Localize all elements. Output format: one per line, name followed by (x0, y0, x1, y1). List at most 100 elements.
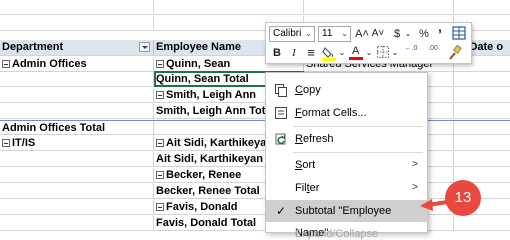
employee-label: Favis, Donald (166, 201, 238, 213)
collapse-icon[interactable] (156, 60, 164, 68)
format-painter-button[interactable] (446, 44, 462, 61)
chevron-down-icon: ⌄ (305, 29, 312, 38)
cell[interactable] (0, 72, 154, 87)
employee-total-label: Favis, Donald Total (156, 217, 257, 229)
collapse-icon[interactable] (2, 60, 10, 68)
currency-format-button[interactable]: $ (390, 26, 404, 42)
menu-item-label: Sort (295, 159, 316, 171)
table-row: Smith, Leigh Ann (0, 88, 510, 103)
collapse-icon[interactable] (156, 203, 164, 211)
cell[interactable] (454, 216, 510, 231)
cell[interactable] (0, 152, 154, 167)
menu-item-format-cells[interactable]: Format Cells... (266, 102, 427, 124)
collapse-icon[interactable] (2, 139, 10, 147)
cell[interactable] (454, 88, 510, 103)
cell[interactable] (304, 0, 454, 15)
paint-bucket-icon (322, 47, 336, 61)
cell[interactable] (0, 0, 154, 15)
cell[interactable] (0, 88, 154, 103)
cell[interactable] (0, 104, 154, 119)
menu-item-refresh[interactable]: Refresh (266, 128, 427, 150)
menu-item-label: Refresh (295, 133, 334, 145)
submenu-arrow-icon: > (412, 182, 418, 193)
grid-row (0, 0, 510, 15)
row-label-department-total[interactable]: Admin Offices Total (0, 121, 154, 136)
font-name-dropdown[interactable]: Calibri ⌄ (269, 26, 315, 42)
currency-icon: $ (393, 28, 401, 40)
align-icon: ≡ (307, 45, 315, 60)
collapse-icon[interactable] (156, 91, 164, 99)
cell[interactable] (454, 136, 510, 151)
increase-decimal-button[interactable]: ←.0 (401, 45, 421, 61)
menu-item-filter[interactable]: Filter > (266, 177, 427, 199)
comma-style-button[interactable]: ’ (433, 26, 447, 42)
chevron-down-icon: ⌄ (341, 29, 348, 38)
align-center-button[interactable]: ≡ (304, 45, 318, 61)
fill-color-button[interactable] (321, 45, 337, 61)
chevron-down-icon[interactable]: ⌄ (404, 26, 412, 42)
employee-total-label: Ait Sidi, Karthikeyan (156, 153, 263, 165)
cell[interactable] (0, 168, 154, 183)
menu-item-copy[interactable]: Copy (266, 79, 427, 101)
department-total-label: Admin Offices Total (2, 122, 106, 134)
cell[interactable] (454, 72, 510, 87)
paintbrush-icon (449, 44, 462, 60)
cell[interactable] (0, 200, 154, 215)
cell[interactable] (454, 121, 510, 136)
table-row: Ait Sidi, Karthikeyan (0, 152, 510, 167)
row-label-department[interactable]: IT/IS (0, 136, 154, 151)
chevron-down-icon[interactable]: ⌄ (338, 45, 346, 61)
font-size-dropdown[interactable]: 11 ⌄ (318, 26, 351, 42)
format-cells-icon (275, 107, 287, 119)
cell[interactable] (454, 104, 510, 119)
table-row: Smith, Leigh Ann Total (0, 104, 510, 119)
chevron-down-icon[interactable]: ⌄ (391, 45, 399, 61)
header-employee-name-label: Employee Name (156, 41, 241, 53)
employee-label: Quinn, Sean (166, 58, 231, 70)
table-icon (452, 26, 466, 40)
grow-font-button[interactable]: A˄ (355, 26, 369, 42)
employee-label: Becker, Renee (166, 169, 242, 181)
menu-item-label: Format Cells... (295, 107, 367, 119)
cell[interactable] (0, 16, 154, 31)
italic-button[interactable]: I (288, 45, 300, 61)
menu-item-sort[interactable]: Sort > (266, 154, 427, 176)
menu-separator (293, 152, 423, 153)
percent-icon: % (419, 28, 429, 40)
menu-item-subtotal-employee-name[interactable]: ✓ Subtotal "Employee Name" (266, 200, 427, 239)
employee-total-label: Smith, Leigh Ann Total (156, 105, 275, 117)
department-filter-dropdown-icon[interactable] (139, 42, 150, 52)
table-row: Becker, Renee Total (0, 184, 510, 199)
italic-icon: I (292, 47, 296, 59)
grow-font-icon: A˄ (355, 28, 369, 40)
bold-button[interactable]: B (271, 45, 283, 61)
row-label-department[interactable]: Admin Offices (0, 57, 154, 72)
decrease-decimal-icon: .00 (428, 45, 438, 52)
refresh-icon (275, 133, 286, 145)
cell[interactable] (0, 184, 154, 199)
font-color-button[interactable]: A (349, 45, 363, 61)
header-department-label: Department (2, 41, 64, 53)
cell[interactable] (154, 0, 304, 15)
employee-label: Ait Sidi, Karthikeyan (166, 137, 273, 149)
chevron-down-icon[interactable]: ⌄ (365, 45, 373, 61)
collapse-icon[interactable] (156, 171, 164, 179)
table-format-button[interactable] (451, 26, 467, 42)
header-department[interactable]: Department (0, 40, 154, 55)
checkmark-icon: ✓ (276, 204, 287, 218)
table-row: Becker, Renee (0, 168, 510, 183)
table-row: Favis, Donald (0, 200, 510, 215)
font-size-value: 11 (322, 28, 333, 39)
context-menu: Copy Format Cells... Refresh Sort > Filt… (265, 72, 428, 240)
comma-icon: ’ (438, 26, 442, 42)
cell[interactable] (454, 0, 510, 15)
shrink-font-button[interactable]: A˅ (371, 26, 385, 42)
menu-item-label: Copy (295, 84, 321, 96)
percent-format-button[interactable]: % (417, 26, 431, 42)
borders-button[interactable] (376, 45, 390, 61)
collapse-icon[interactable] (156, 139, 164, 147)
cell[interactable] (454, 152, 510, 167)
decrease-decimal-button[interactable]: .00 (423, 45, 443, 61)
step-number-badge: 13 (445, 180, 481, 216)
cell[interactable] (0, 216, 154, 231)
